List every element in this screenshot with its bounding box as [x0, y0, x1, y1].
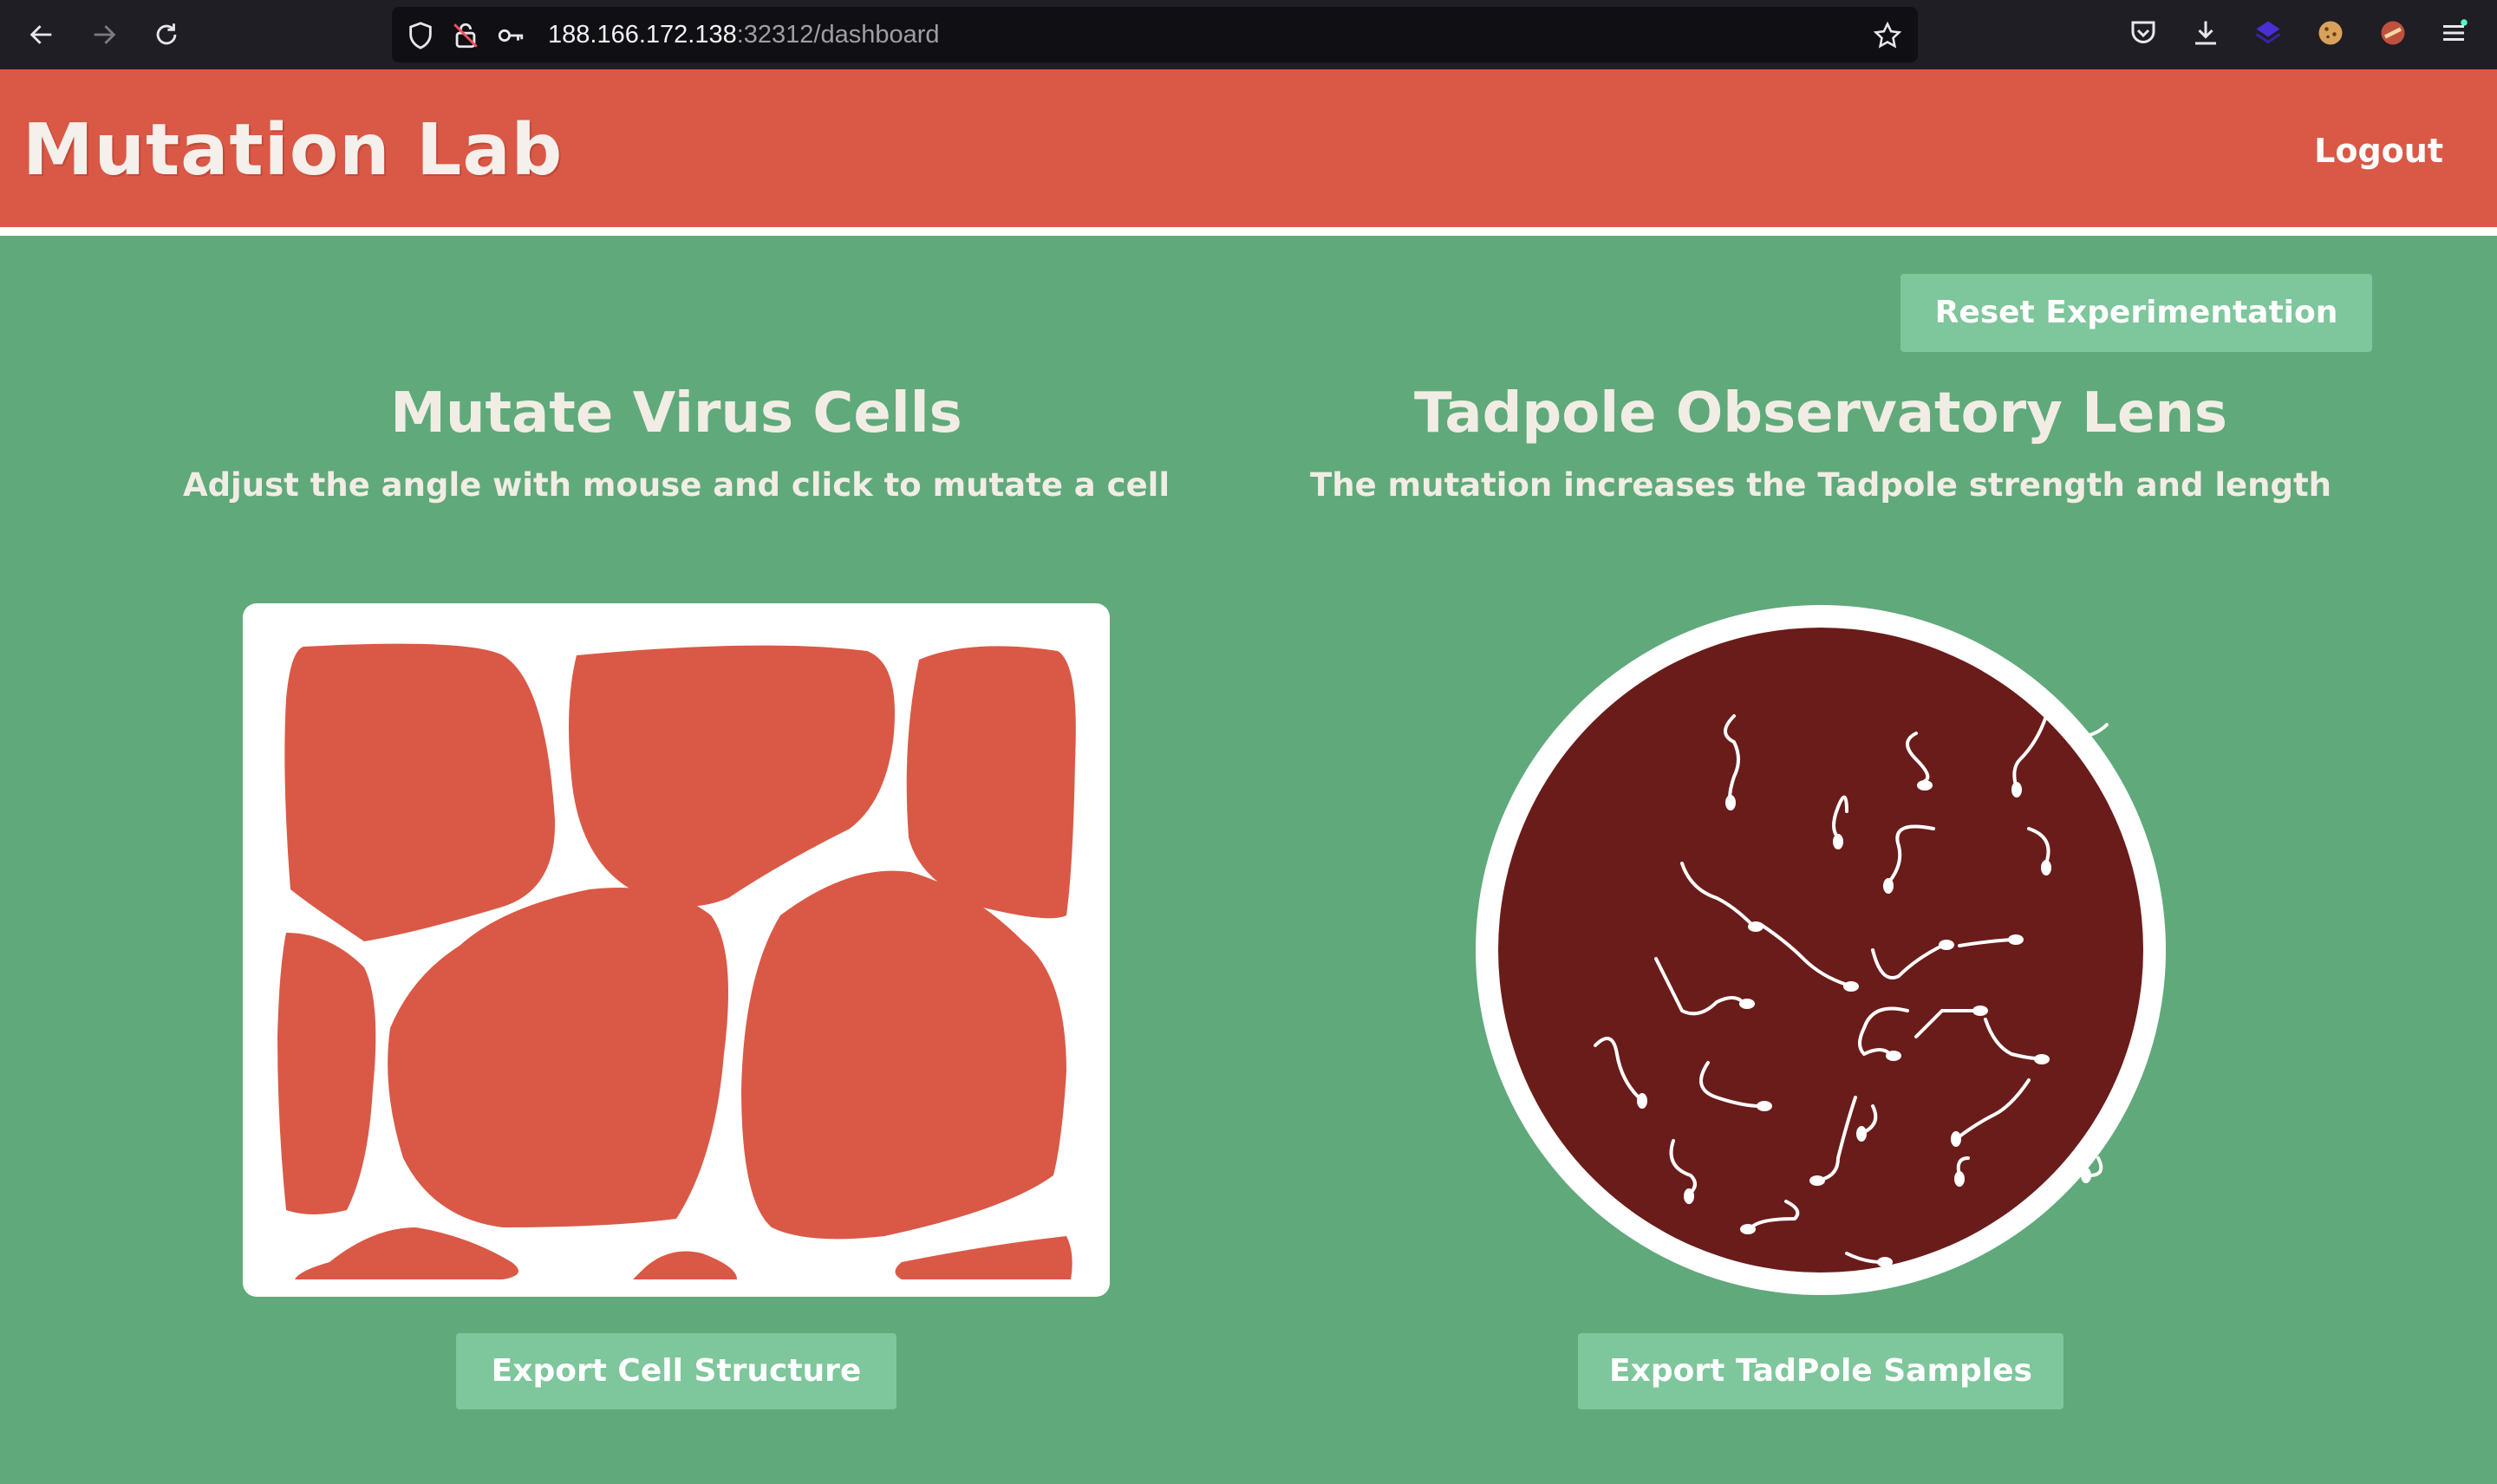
tadpole — [1856, 1126, 1867, 1142]
export-tadpole-samples-button[interactable]: Export TadPole Samples — [1578, 1333, 2063, 1409]
tadpole-observatory-lens[interactable] — [1474, 603, 2168, 1297]
extension-icon[interactable] — [2253, 17, 2284, 49]
header-divider — [0, 227, 2497, 236]
tadpole — [1883, 878, 1894, 894]
star-icon[interactable] — [1873, 21, 1902, 50]
tadpole — [1757, 1101, 1772, 1111]
forward-button[interactable] — [83, 14, 125, 55]
tadpole — [1954, 1171, 1965, 1187]
back-arrow-icon — [29, 25, 52, 44]
tadpole — [1886, 1051, 1901, 1061]
virus-cell — [388, 888, 728, 1227]
tadpole — [1684, 1188, 1694, 1204]
cells-section-subtitle: Adjust the angle with mouse and click to… — [182, 466, 1170, 504]
virus-cell — [295, 1227, 518, 1279]
back-button[interactable] — [21, 14, 62, 55]
address-bar[interactable]: 188.166.172.138:32312/dashboard — [392, 7, 1918, 62]
tadpole — [1877, 1257, 1893, 1267]
virus-cell — [277, 933, 376, 1214]
blocked-lock-icon[interactable] — [451, 21, 480, 50]
tadpole — [1917, 780, 1933, 791]
tadpole — [1939, 940, 1954, 950]
virus-cell — [569, 645, 895, 907]
tadpole — [1951, 1131, 1961, 1147]
forward-arrow-icon — [94, 25, 116, 44]
extension-avatar-icon[interactable] — [2377, 17, 2409, 49]
virus-cell — [895, 1236, 1072, 1279]
tadpole — [1725, 795, 1736, 810]
shield-icon[interactable] — [406, 21, 435, 50]
reload-button[interactable] — [146, 14, 187, 55]
reset-experimentation-button[interactable]: Reset Experimentation — [1900, 274, 2372, 352]
tadpole — [2034, 1054, 2050, 1064]
menu-icon[interactable] — [2438, 17, 2469, 49]
virus-cell — [633, 1251, 737, 1279]
download-icon[interactable] — [2190, 17, 2221, 49]
tadpole — [1740, 1224, 1756, 1234]
tadpole — [2041, 860, 2051, 875]
key-icon[interactable] — [496, 21, 525, 50]
tadpole — [1748, 921, 1764, 932]
browser-toolbar: 188.166.172.138:32312/dashboard — [0, 0, 2497, 69]
virus-cells-illustration — [277, 643, 1076, 1279]
virus-cell — [741, 870, 1066, 1240]
tadpole — [1637, 1093, 1647, 1109]
tadpole — [2008, 934, 2024, 945]
tadpole — [1809, 1175, 1825, 1186]
tadpole-samples-illustration — [1476, 605, 2166, 1295]
url-text[interactable]: 188.166.172.138:32312/dashboard — [548, 7, 940, 62]
site-logo-title: Mutation Lab — [23, 109, 564, 192]
cells-section-title: Mutate Virus Cells — [390, 381, 962, 446]
cell-mutation-canvas[interactable] — [243, 603, 1110, 1297]
site-header: Mutation Lab Logout — [0, 69, 2497, 227]
tadpole — [1843, 981, 1859, 992]
virus-cell — [284, 643, 556, 941]
logout-link[interactable]: Logout — [2314, 132, 2443, 170]
reload-icon — [156, 23, 177, 45]
cookie-icon[interactable] — [2315, 17, 2346, 49]
lens-section-title: Tadpole Observatory Lens — [1414, 381, 2227, 446]
tadpole — [1833, 834, 1843, 849]
tadpole — [1739, 999, 1755, 1009]
virus-cell — [906, 646, 1076, 919]
tadpole — [1972, 1006, 1988, 1016]
export-cell-structure-button[interactable]: Export Cell Structure — [456, 1333, 896, 1409]
tadpole — [2011, 782, 2022, 797]
tadpole — [2081, 1168, 2091, 1183]
lens-section-subtitle: The mutation increases the Tadpole stren… — [1310, 466, 2331, 504]
pocket-icon[interactable] — [2128, 17, 2159, 49]
